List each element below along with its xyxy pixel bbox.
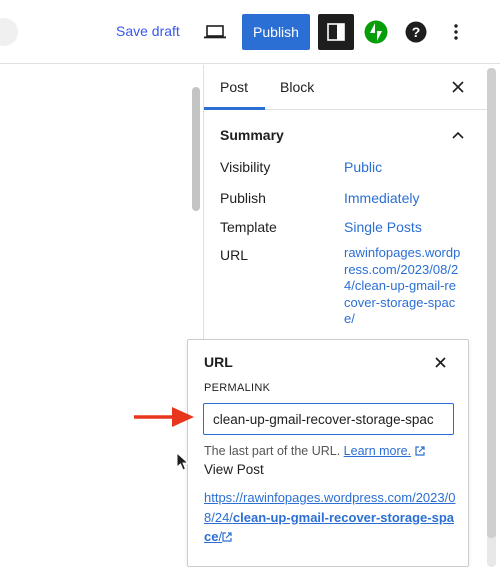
url-label: URL bbox=[220, 247, 249, 263]
template-value[interactable]: Single Posts bbox=[344, 219, 422, 235]
view-post-link[interactable]: https://rawinfopages.wordpress.com/2023/… bbox=[204, 488, 456, 547]
template-label: Template bbox=[220, 219, 277, 235]
visibility-label: Visibility bbox=[220, 159, 271, 175]
summary-panel-title[interactable]: Summary bbox=[220, 127, 284, 143]
permalink-label: PERMALINK bbox=[204, 382, 271, 394]
external-link-icon bbox=[414, 446, 425, 456]
close-popover-icon[interactable] bbox=[430, 352, 450, 372]
url-value[interactable]: rawinfopages.wordpress.com/2023/08/24/cl… bbox=[344, 245, 462, 328]
sidebar-scrollbar-thumb[interactable] bbox=[487, 68, 496, 538]
external-link-icon bbox=[222, 532, 232, 542]
permalink-help-label: The last part of the URL. bbox=[204, 444, 341, 458]
jetpack-icon[interactable] bbox=[358, 14, 394, 50]
permalink-input[interactable] bbox=[203, 403, 454, 435]
editor-toolbar: Save draft Publish ? bbox=[0, 0, 500, 64]
publish-label: Publish bbox=[220, 190, 266, 206]
visibility-value[interactable]: Public bbox=[344, 159, 382, 175]
sidebar-tabs: Post Block bbox=[204, 65, 488, 110]
canvas-scrollbar[interactable] bbox=[192, 87, 200, 211]
editor-canvas[interactable] bbox=[0, 65, 203, 567]
save-draft-button[interactable]: Save draft bbox=[116, 23, 180, 39]
sidebar-scrollbar[interactable] bbox=[487, 68, 496, 567]
learn-more-link[interactable]: Learn more. bbox=[344, 444, 411, 458]
permalink-help-text: The last part of the URL. Learn more. bbox=[204, 444, 425, 458]
chevron-up-icon[interactable] bbox=[448, 125, 468, 145]
tab-block[interactable]: Block bbox=[280, 79, 314, 95]
tab-post[interactable]: Post bbox=[220, 79, 248, 95]
close-sidebar-icon[interactable] bbox=[448, 77, 468, 97]
publish-button[interactable]: Publish bbox=[242, 14, 310, 50]
url-popover: URL PERMALINK The last part of the URL. … bbox=[187, 339, 469, 567]
view-post-label: View Post bbox=[204, 462, 264, 477]
help-icon[interactable]: ? bbox=[398, 14, 434, 50]
post-link-slug[interactable]: clean-up-gmail-recover-storage-space bbox=[204, 510, 454, 545]
mouse-pointer-icon bbox=[176, 452, 190, 471]
publish-date-value[interactable]: Immediately bbox=[344, 190, 419, 206]
annotation-arrow-icon bbox=[134, 407, 194, 427]
learn-more-label[interactable]: Learn more. bbox=[344, 444, 411, 458]
svg-text:?: ? bbox=[412, 24, 421, 40]
active-tab-indicator bbox=[204, 107, 265, 110]
preview-desktop-icon[interactable] bbox=[197, 14, 233, 50]
command-search-stub[interactable] bbox=[0, 18, 18, 46]
more-options-icon[interactable] bbox=[438, 14, 474, 50]
url-popover-title: URL bbox=[204, 354, 233, 370]
settings-sidebar-icon[interactable] bbox=[318, 14, 354, 50]
